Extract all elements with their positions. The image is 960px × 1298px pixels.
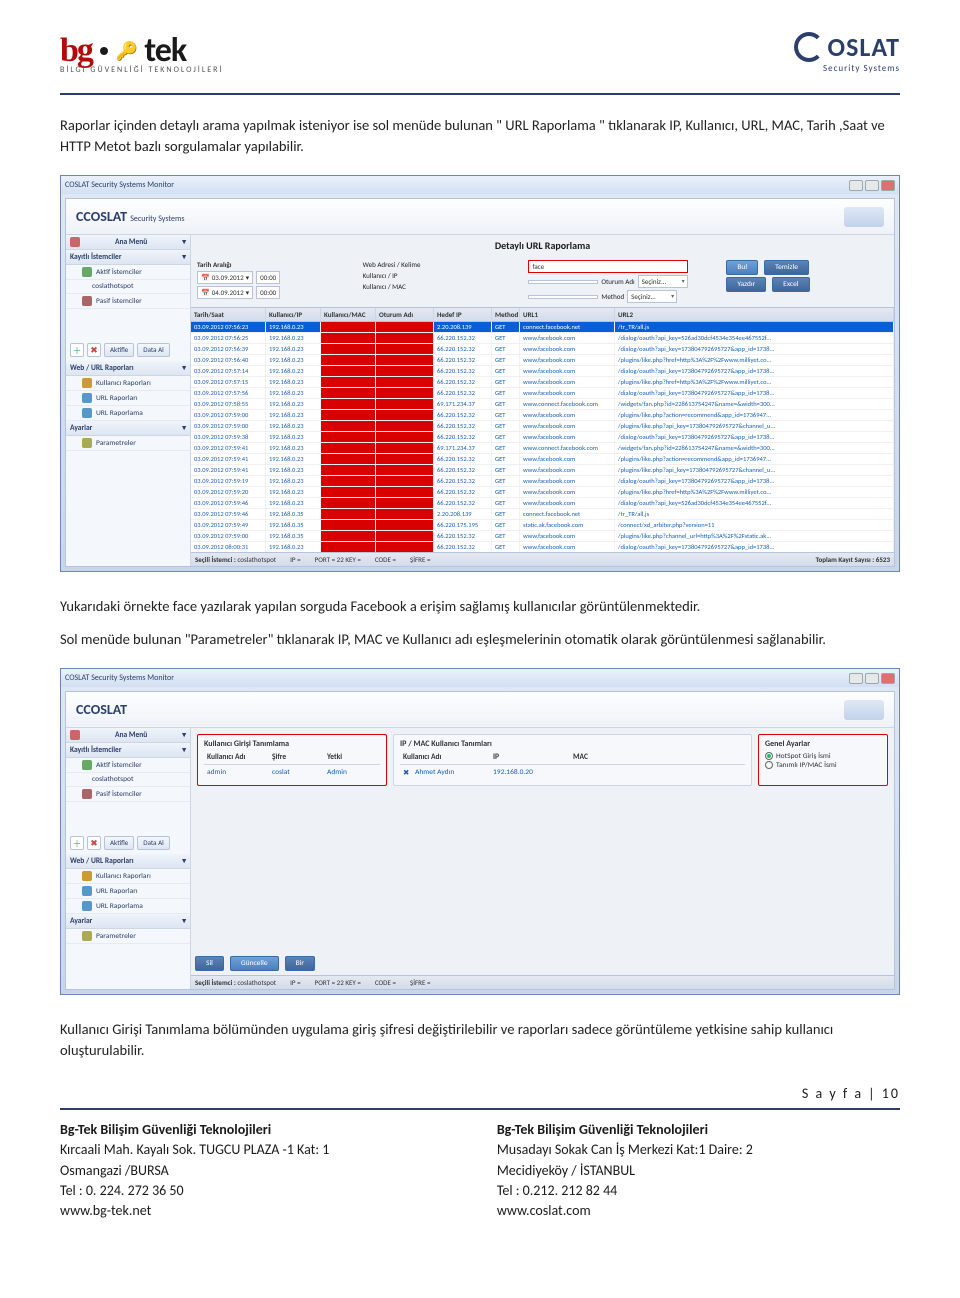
page-number: S a y f a | 10 <box>60 1085 900 1102</box>
sidebar-2: Ana Menü▾ Kayıtlı İstemciler▾ Aktif İste… <box>66 728 191 989</box>
panel-ipmac: IP / MAC Kullanıcı Tanımları Kullanıcı A… <box>393 734 752 786</box>
btn-temizle[interactable]: Temizle <box>764 260 809 275</box>
table-row[interactable]: 03.09.2012 07:56:23192.168.0.232.20.208.… <box>191 322 894 333</box>
para1: Raporlar içinden detaylı arama yapılmak … <box>60 115 900 157</box>
sidebar: Ana Menü▾ Kayıtlı İstemciler▾ Aktif İste… <box>66 235 191 566</box>
table-row[interactable]: 03.09.2012 07:59:38192.168.0.2366.220.15… <box>191 432 894 443</box>
select-method[interactable]: Seçiniz... <box>627 290 677 303</box>
header: bg🔑tek BİLGİ GÜVENLİĞİ TEKNOLOJİLERİ OSL… <box>60 30 900 75</box>
data-grid[interactable]: 03.09.2012 07:56:23192.168.0.232.20.208.… <box>191 322 894 552</box>
side-ana-menu[interactable]: Ana Menü <box>115 238 147 247</box>
login-row[interactable]: admin coslat Admin <box>204 767 380 778</box>
table-row[interactable]: 03.09.2012 07:59:41192.168.0.2366.220.15… <box>191 454 894 465</box>
table-row[interactable]: 03.09.2012 07:59:46192.168.0.2366.220.15… <box>191 498 894 509</box>
btn-bul[interactable]: Bul <box>726 260 758 275</box>
icon-del[interactable]: ✖ <box>87 343 101 357</box>
header-divider <box>60 93 900 95</box>
date-to[interactable]: 📅 04.09.2012 ▾ <box>197 286 253 299</box>
table-row[interactable]: 03.09.2012 07:59:00192.168.0.3566.220.15… <box>191 531 894 542</box>
opt-ipmac[interactable]: Tanımlı IP/MAC İsmi <box>765 761 881 770</box>
side-aktif[interactable]: Aktif İstemciler <box>66 265 190 280</box>
para4: Kullanıcı Girişi Tanımlama bölümünden uy… <box>60 1019 900 1061</box>
input-kulip[interactable] <box>528 280 598 284</box>
footer: Bg-Tek Bilişim Güvenliği Teknolojileri K… <box>60 1120 900 1221</box>
side-url-raporlama[interactable]: URL Raporlama <box>66 406 190 421</box>
status-bar: Seçili İstemci : coslathotspot IP = PORT… <box>191 552 894 566</box>
ipmac-row[interactable]: ✖ Ahmet Aydın 192.168.0.20 <box>400 767 745 779</box>
side-ayarlar[interactable]: Ayarlar <box>70 424 92 433</box>
panel-login: Kullanıcı Girişi Tanımlama Kullanıcı Adı… <box>197 734 387 786</box>
para2: Yukarıdaki örnekte face yazılarak yapıla… <box>60 596 900 617</box>
window-title: COSLAT Security Systems Monitor <box>65 180 174 190</box>
side-pasif[interactable]: Pasif İstemciler <box>66 294 190 309</box>
table-row[interactable]: 03.09.2012 07:59:41192.168.0.2366.220.15… <box>191 465 894 476</box>
side-kayitli[interactable]: Kayıtlı İstemciler <box>70 253 122 262</box>
btn-sil[interactable]: Sil <box>195 956 224 971</box>
time-to[interactable]: 00:00 <box>256 286 280 299</box>
table-row[interactable]: 03.09.2012 07:59:49192.168.0.3566.220.17… <box>191 520 894 531</box>
table-row[interactable]: 03.09.2012 07:59:41192.168.0.2369.171.23… <box>191 443 894 454</box>
table-row[interactable]: 03.09.2012 07:56:39192.168.0.2366.220.15… <box>191 344 894 355</box>
btn-guncelle[interactable]: Güncelle <box>230 956 279 971</box>
screenshot-url-report: COSLAT Security Systems Monitor CCOSLAT … <box>60 175 900 572</box>
footer-divider <box>60 1108 900 1110</box>
table-header: Tarih/Saat Kullanıcı/IP Kullanıcı/MAC Ot… <box>191 307 894 322</box>
table-row[interactable]: 03.09.2012 07:57:56192.168.0.2366.220.15… <box>191 388 894 399</box>
table-row[interactable]: 03.09.2012 07:59:00192.168.0.2366.220.15… <box>191 421 894 432</box>
select-oturum[interactable]: Seçiniz... <box>638 275 688 288</box>
status-bar-2: Seçili İstemci : coslathotspot IP = PORT… <box>191 975 894 989</box>
time-from[interactable]: 00:00 <box>256 271 280 284</box>
table-row[interactable]: 03.09.2012 07:57:14192.168.0.2366.220.15… <box>191 366 894 377</box>
para3: Sol menüde bulunan "Parametreler" tıklan… <box>60 629 900 650</box>
table-row[interactable]: 03.09.2012 07:57:15192.168.0.2366.220.15… <box>191 377 894 388</box>
date-from[interactable]: 📅 03.09.2012 ▾ <box>197 271 253 284</box>
side-url-rapor[interactable]: URL Raporları <box>66 391 190 406</box>
btn-yazdir[interactable]: Yazdır <box>726 277 766 292</box>
window-buttons[interactable] <box>849 180 895 191</box>
bgtek-logo: bg🔑tek BİLGİ GÜVENLİĞİ TEKNOLOJİLERİ <box>60 30 223 75</box>
table-row[interactable]: 03.09.2012 07:59:20192.168.0.2366.220.15… <box>191 487 894 498</box>
table-row[interactable]: 03.09.2012 07:59:00192.168.0.2366.220.15… <box>191 410 894 421</box>
table-row[interactable]: 03.09.2012 07:59:46192.168.0.352.20.208.… <box>191 509 894 520</box>
side-parametreler[interactable]: Parametreler <box>66 436 190 451</box>
table-row[interactable]: 03.09.2012 07:56:25192.168.0.2366.220.15… <box>191 333 894 344</box>
side-kul-rapor[interactable]: Kullanıcı Raporları <box>66 376 190 391</box>
window-title-2: COSLAT Security Systems Monitor <box>65 673 174 683</box>
coslat-logo: OSLAT Security Systems <box>794 31 900 74</box>
table-row[interactable]: 03.09.2012 07:56:40192.168.0.2366.220.15… <box>191 355 894 366</box>
btn-dataal[interactable]: Data Al <box>137 343 169 357</box>
opt-hotspot[interactable]: HotSpot Giriş İsmi <box>765 752 881 761</box>
side-url-raporlari[interactable]: Web / URL Raporları <box>70 364 134 373</box>
table-row[interactable]: 03.09.2012 08:00:31192.168.0.2366.220.15… <box>191 542 894 552</box>
filter-bar: Tarih Aralığı 📅 03.09.2012 ▾ 00:00 📅 04.… <box>191 256 894 307</box>
input-keyword[interactable]: face <box>528 260 688 273</box>
icon-add[interactable]: ＋ <box>70 343 84 357</box>
bgtek-sub: BİLGİ GÜVENLİĞİ TEKNOLOJİLERİ <box>60 65 223 75</box>
panel-genel: Genel Ayarlar HotSpot Giriş İsmi Tanımlı… <box>758 734 888 786</box>
btn-bir[interactable]: Bir <box>285 956 315 971</box>
table-row[interactable]: 03.09.2012 07:58:55192.168.0.2369.171.23… <box>191 399 894 410</box>
side-coslathotspot[interactable]: coslathotspot <box>66 280 190 294</box>
screenshot-parametreler: COSLAT Security Systems Monitor CCOSLAT … <box>60 668 900 995</box>
table-row[interactable]: 03.09.2012 07:59:19192.168.0.2366.220.15… <box>191 476 894 487</box>
window-buttons-2[interactable] <box>849 673 895 684</box>
btn-aktifle[interactable]: Aktifle <box>104 343 134 357</box>
report-title: Detaylı URL Raporlama <box>191 235 894 256</box>
btn-excel[interactable]: Excel <box>772 277 809 292</box>
input-kulmac[interactable] <box>528 295 598 299</box>
